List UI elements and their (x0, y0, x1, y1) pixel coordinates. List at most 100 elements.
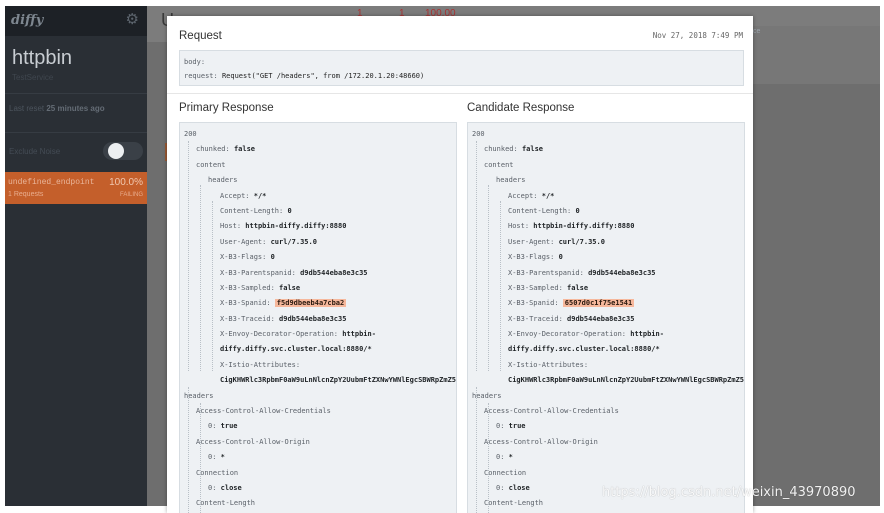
tree-row-header: Accept: */* (468, 189, 744, 204)
tree-row-header-name: Access-Control-Allow-Origin (468, 435, 744, 450)
tree-row-header: X-B3-Traceid: d9db544eba8e3c35 (180, 312, 456, 327)
header-key: X-B3-Traceid: (508, 314, 563, 323)
header-value: httpbin-diffy.diffy:8880 (533, 222, 635, 231)
tree-value: false (233, 145, 256, 154)
tree-row-header-value: 0: * (180, 450, 456, 465)
header-value: true (220, 422, 238, 431)
tree-row-headers: headers (180, 389, 456, 404)
tree-row-header: X-B3-Parentspanid: d9db544eba8e3c35 (468, 266, 744, 281)
request-detail-modal: Request Nov 27, 2018 7:49 PM body: reque… (167, 16, 753, 513)
tree-row-header: X-B3-Spanid: f5d9dbeeb4a7cba2 (180, 296, 456, 311)
response-tree: 200 chunked: false content headers Accept: *… (468, 123, 745, 513)
header-key: X-Istio-Attributes: (508, 360, 589, 369)
tree-row-header: X-Envoy-Decorator-Operation: httpbin- (468, 327, 744, 342)
tree-row-headers: headers (468, 389, 744, 404)
tree-row-header-name: Access-Control-Allow-Credentials (180, 404, 456, 419)
tree-row-header-value: 0: close (180, 481, 456, 496)
tree-row-header: X-B3-Spanid: 6507d0c1f75e1541 (468, 296, 744, 311)
header-key: X-B3-Sampled: (508, 283, 563, 292)
tree-row-header: Host: httpbin-diffy.diffy:8880 (468, 219, 744, 234)
watermark-text: https://blog.csdn.net/weixin_43970890 (602, 485, 856, 500)
tree-row-content: content (180, 158, 456, 173)
header-value: close (508, 483, 530, 492)
tree-row-header: X-B3-Parentspanid: d9db544eba8e3c35 (180, 266, 456, 281)
primary-response-box: 200 chunked: false content headers Accept: *… (179, 122, 457, 513)
header-key: User-Agent: (220, 237, 267, 246)
header-key: Accept: (508, 191, 538, 200)
header-name: Content-Length (196, 499, 256, 508)
header-name: Content-Length (484, 499, 544, 508)
request-line: request: Request("GET /headers", from /1… (184, 72, 425, 80)
tree-node-label: content (196, 160, 226, 169)
tree-row-header: diffy.diffy.svc.cluster.local:8880/* (468, 342, 744, 357)
header-key: X-B3-Parentspanid: (220, 268, 296, 277)
sidebar-divider (5, 93, 147, 94)
header-value: */* (541, 191, 555, 200)
tree-row-header: X-Envoy-Decorator-Operation: httpbin- (180, 327, 456, 342)
brand-logo[interactable]: diffy (11, 13, 43, 28)
header-value: 0 (270, 253, 275, 262)
tree-row-header-value: 0: true (468, 419, 744, 434)
header-key: Accept: (220, 191, 250, 200)
tree-value: false (521, 145, 544, 154)
header-name: Connection (196, 468, 239, 477)
header-value: diffy.diffy.svc.cluster.local:8880/* (220, 345, 372, 354)
tree-guide-line (188, 141, 189, 371)
tree-row-status: 200 (468, 127, 744, 142)
tree-guide-line (188, 387, 189, 513)
header-value: true (508, 422, 526, 431)
diff-highlight-value: 6507d0c1f75e1541 (562, 299, 635, 308)
request-title: Request (179, 30, 222, 42)
tree-row-header-value: 0: true (180, 419, 456, 434)
tree-guide-line (488, 185, 489, 371)
header-value: CigKHWRlc3RpbmF0aW9uLnNlcnZpY2UubmFtZXNw… (508, 376, 745, 385)
sidebar: diffy ⚙ httpbin TestService Last reset 2… (5, 6, 147, 506)
status-code: 200 (472, 130, 485, 138)
header-value: close (220, 483, 242, 492)
toggle-knob (108, 143, 124, 159)
last-reset-value: 25 minutes ago (46, 104, 105, 113)
tree-row-chunked: chunked: false (468, 142, 744, 157)
header-key: X-B3-Parentspanid: (508, 268, 584, 277)
tree-row-header: X-B3-Traceid: d9db544eba8e3c35 (468, 312, 744, 327)
diff-highlight-value: f5d9dbeeb4a7cba2 (274, 299, 347, 308)
endpoint-name: undefined_endpoint (8, 178, 95, 187)
tree-row-header: Host: httpbin-diffy.diffy:8880 (180, 219, 456, 234)
header-value: CigKHWRlc3RpbmF0aW9uLnNlcnZpY2UubmFtZXNw… (220, 376, 457, 385)
gear-icon[interactable]: ⚙ (126, 12, 139, 27)
sidebar-divider (5, 132, 147, 133)
header-name: Connection (484, 468, 527, 477)
candidate-response-title: Candidate Response (467, 102, 575, 114)
header-key: X-Envoy-Decorator-Operation: (220, 330, 339, 339)
candidate-response-box: 200 chunked: false content headers Accept: *… (467, 122, 745, 513)
exclude-noise-label: Exclude Noise (9, 147, 61, 156)
header-key: X-B3-Spanid: (508, 299, 559, 308)
header-value: diffy.diffy.svc.cluster.local:8880/* (508, 345, 660, 354)
header-value: */* (253, 191, 267, 200)
header-key: X-Istio-Attributes: (220, 360, 301, 369)
tree-guide-line (200, 403, 201, 513)
tree-row-header-name: Access-Control-Allow-Credentials (468, 404, 744, 419)
header-key: Host: (508, 222, 530, 231)
header-value: d9db544eba8e3c35 (279, 314, 347, 323)
header-key: 0: (208, 422, 217, 431)
tree-row-header: X-Istio-Attributes: (180, 358, 456, 373)
header-key: Host: (220, 222, 242, 231)
tree-row-content-headers: headers (468, 173, 744, 188)
tree-row-header: X-Istio-Attributes: (468, 358, 744, 373)
tree-row-header: X-B3-Sampled: false (180, 281, 456, 296)
header-value: curl/7.35.0 (558, 237, 605, 246)
endpoint-percent: 100.0% (109, 177, 143, 188)
header-value: httpbin-diffy.diffy:8880 (245, 222, 347, 231)
header-name: Access-Control-Allow-Credentials (484, 407, 619, 416)
endpoint-item[interactable]: undefined_endpoint 100.0% 1 Requests FAI… (5, 172, 147, 204)
header-value: * (508, 453, 513, 462)
tree-key: chunked: (484, 145, 518, 154)
header-value: false (279, 283, 301, 292)
primary-response-title: Primary Response (179, 102, 274, 114)
status-code: 200 (184, 130, 197, 138)
header-key: 0: (496, 422, 505, 431)
tree-node-label: headers (496, 176, 526, 185)
exclude-noise-toggle[interactable] (103, 142, 143, 160)
header-key: X-Envoy-Decorator-Operation: (508, 330, 627, 339)
